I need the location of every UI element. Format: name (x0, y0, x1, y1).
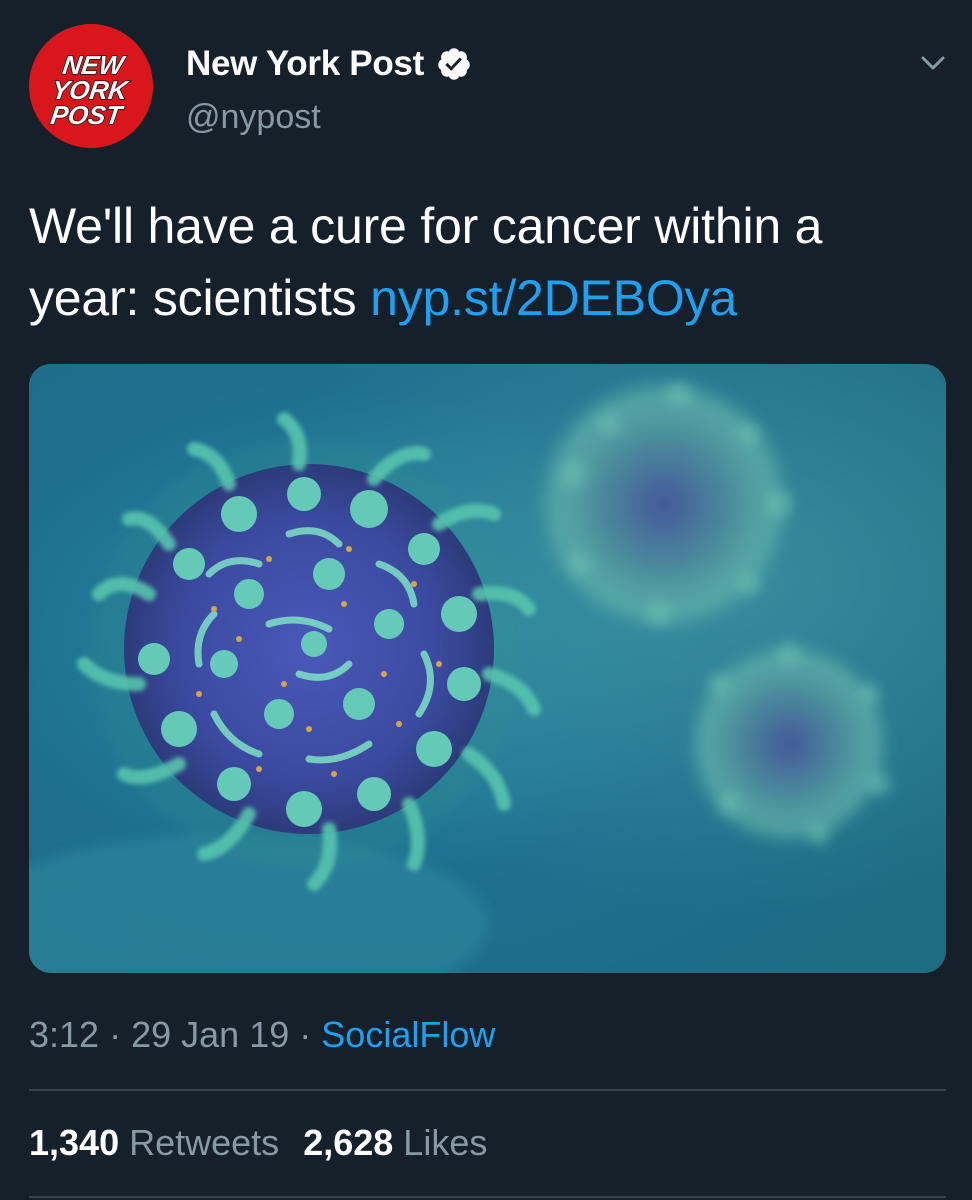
retweets-count: 1,340 (29, 1122, 120, 1163)
tweet: NEW NEW YORK YORK POST POST New York Pos… (0, 0, 972, 1200)
divider (29, 1196, 946, 1198)
author-name-row[interactable]: New York Post (186, 44, 472, 84)
meta-separator: · (299, 1014, 312, 1055)
retweets-label: Retweets (129, 1122, 280, 1163)
tweet-time: 3:12 (29, 1014, 100, 1055)
meta-separator: · (109, 1014, 122, 1055)
display-name[interactable]: New York Post (186, 44, 424, 84)
likes-stat[interactable]: 2,628 Likes (303, 1122, 487, 1163)
tweet-source[interactable]: SocialFlow (321, 1014, 495, 1055)
retweets-stat[interactable]: 1,340 Retweets (29, 1122, 279, 1163)
svg-text:POST: POST (49, 100, 126, 130)
tweet-text: We'll have a cure for cancer within a ye… (29, 190, 934, 334)
tweet-image[interactable] (29, 364, 946, 973)
chevron-down-icon[interactable] (918, 48, 948, 78)
tweet-stats: 1,340 Retweets 2,628 Likes (29, 1122, 487, 1164)
avatar[interactable]: NEW NEW YORK YORK POST POST (29, 24, 153, 148)
cell-illustration (29, 364, 946, 973)
divider (29, 1089, 946, 1091)
likes-label: Likes (403, 1122, 488, 1163)
verified-badge-icon (438, 48, 470, 80)
tweet-meta: 3:12 · 29 Jan 19 · SocialFlow (29, 1014, 495, 1056)
tweet-link[interactable]: nyp.st/2DEBOya (370, 270, 737, 326)
handle[interactable]: @nypost (186, 98, 321, 137)
likes-count: 2,628 (303, 1122, 394, 1163)
new-york-post-logo: NEW NEW YORK YORK POST POST (29, 24, 153, 148)
tweet-date: 29 Jan 19 (131, 1014, 290, 1055)
